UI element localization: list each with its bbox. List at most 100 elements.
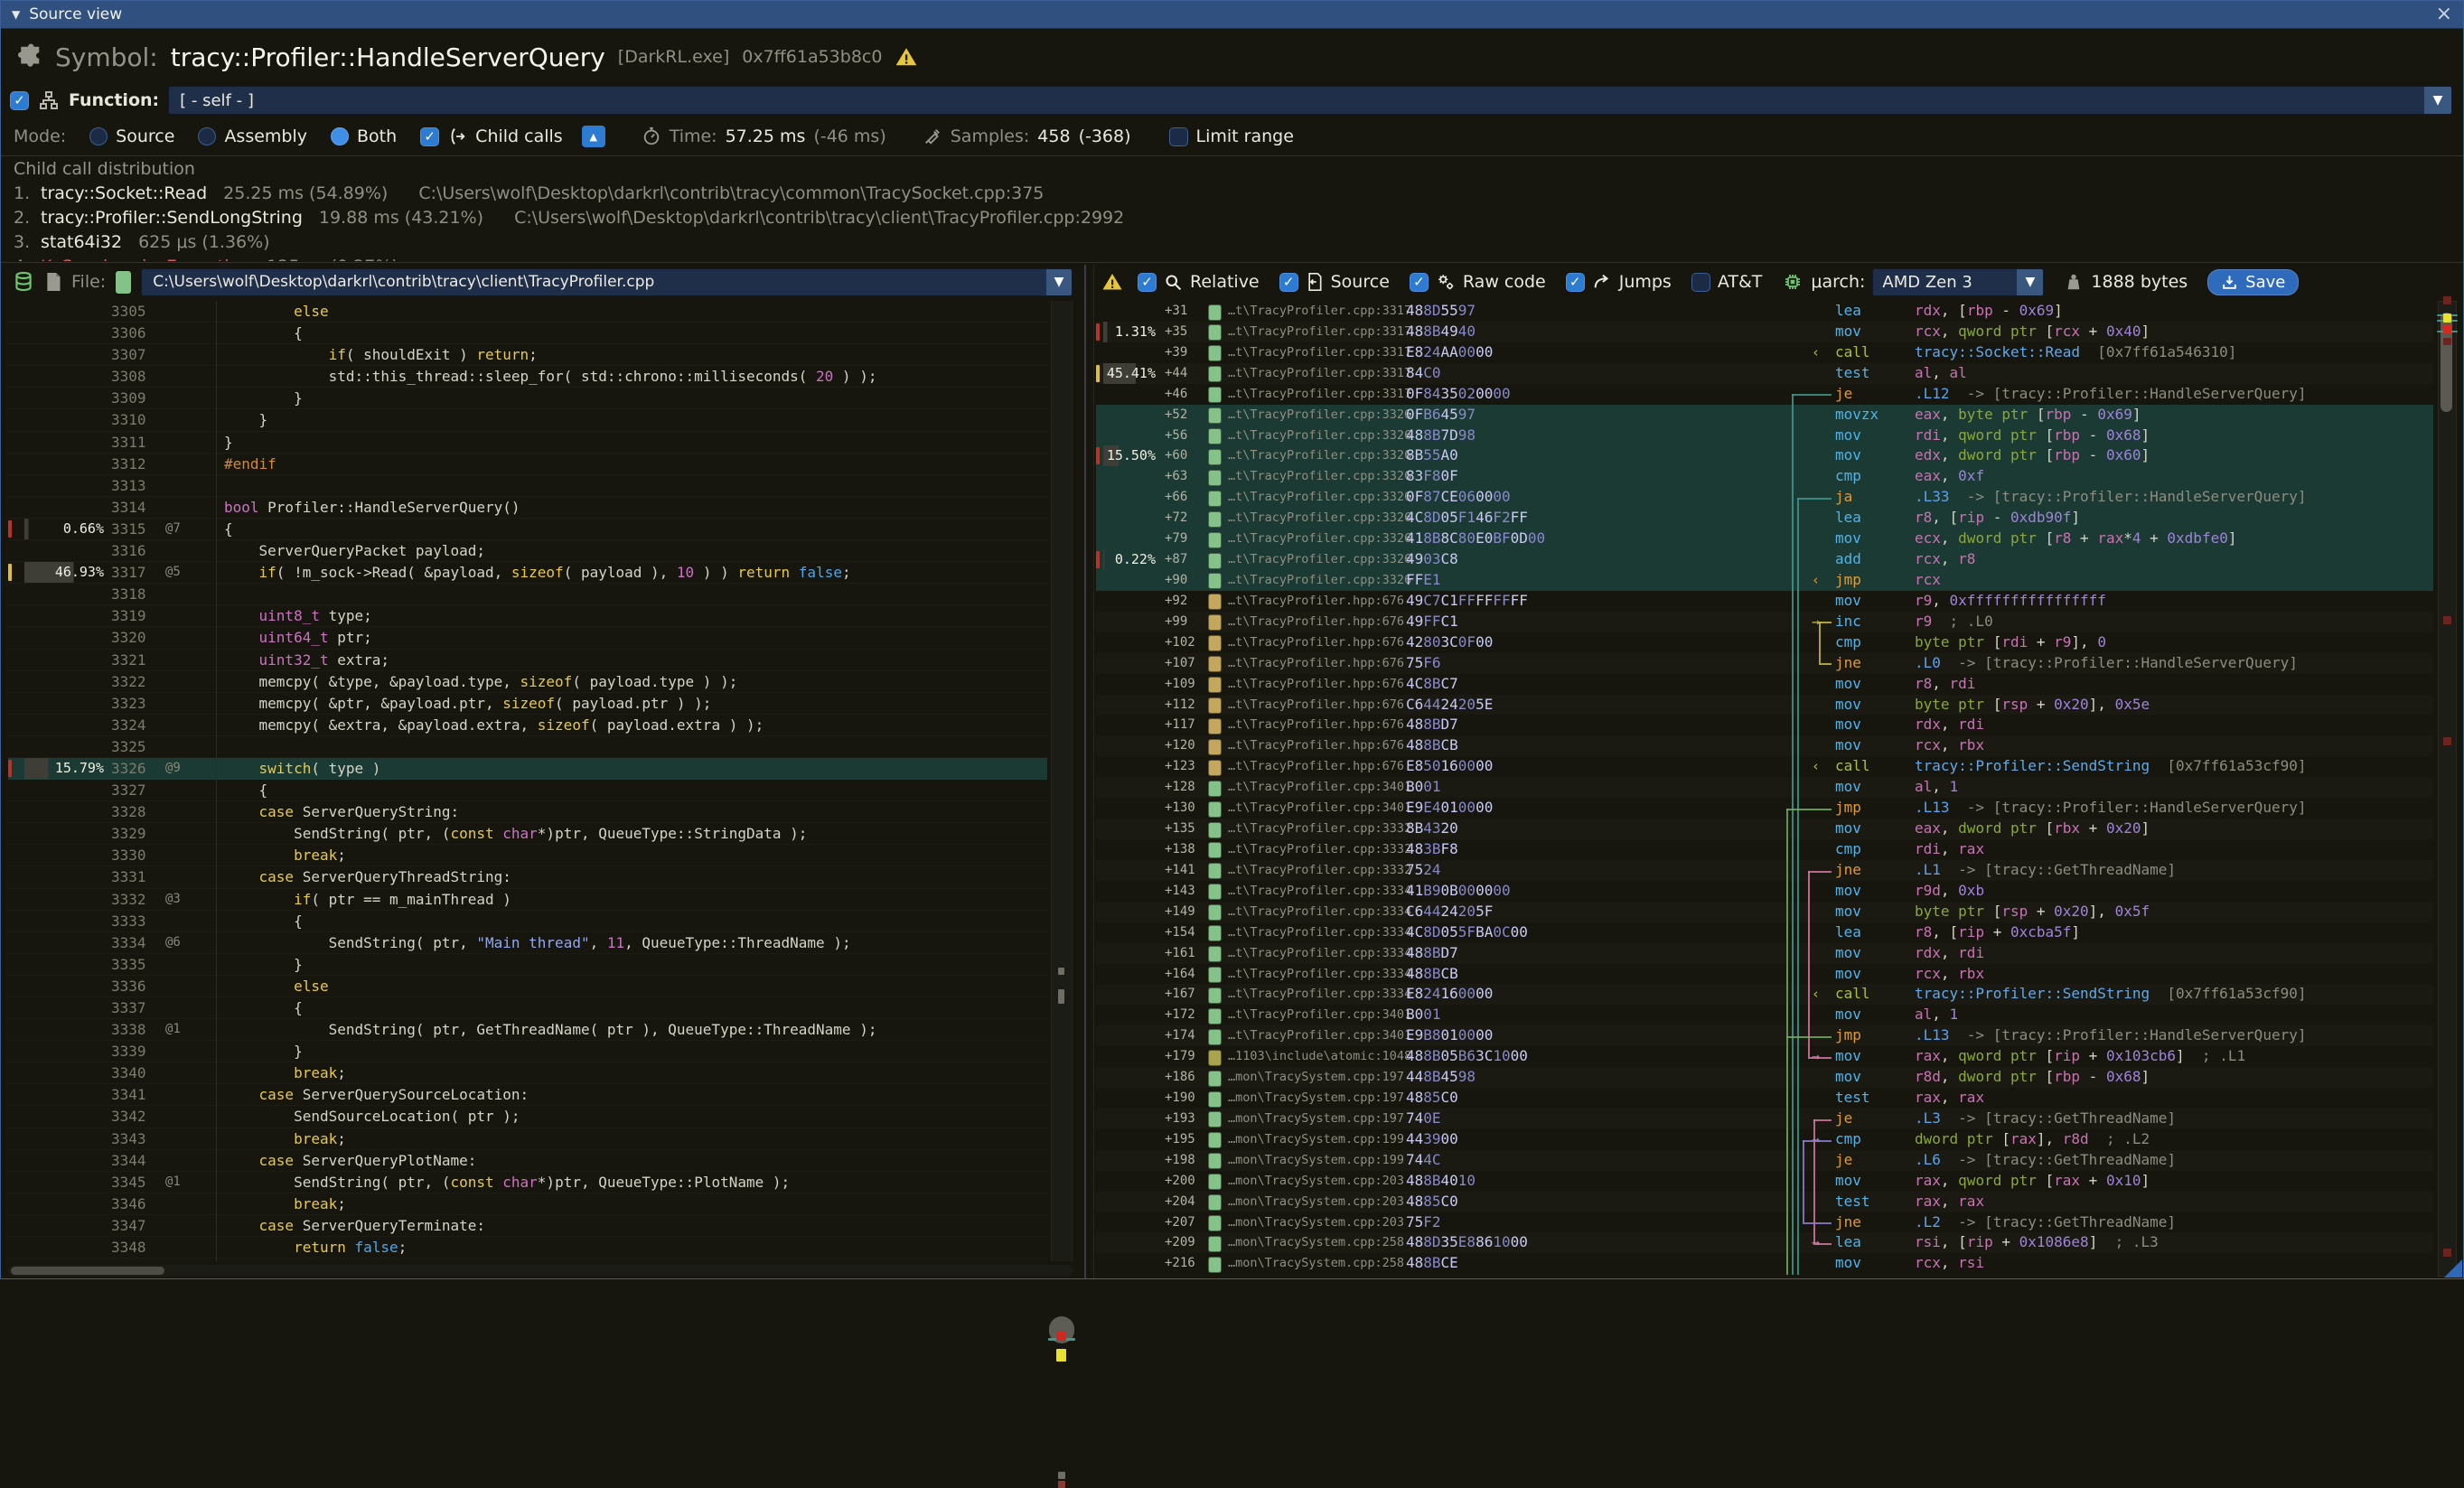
assembly-line[interactable]: +130…t\TracyProfiler.cpp:3401E9E4010000j… [1096,798,2433,819]
source-location[interactable]: …t\TracyProfiler.cpp:3326 [1228,549,1411,570]
source-location[interactable]: …t\TracyProfiler.cpp:3334 [1228,881,1411,902]
assembly-line[interactable]: 45.41%+44…t\TracyProfiler.cpp:331784C0te… [1096,363,2433,384]
assembly-line[interactable]: +135…t\TracyProfiler.cpp:33328B4320movea… [1096,819,2433,839]
assembly-line[interactable]: +66…t\TracyProfiler.cpp:33260F87CE060000… [1096,487,2433,508]
titlebar[interactable]: ▼ Source view × [1,1,2463,29]
source-location[interactable]: …t\TracyProfiler.cpp:3326 [1228,508,1411,529]
source-location[interactable]: …t\TracyProfiler.hpp:676 [1228,674,1404,695]
child-calls-up-button[interactable]: ▲ [582,126,605,147]
source-location[interactable]: …t\TracyProfiler.cpp:3326 [1228,445,1411,466]
source-location[interactable]: …t\TracyProfiler.cpp:3317 [1228,301,1411,322]
source-line[interactable]: 15.79%3326@9 switch( type ) [8,758,1047,780]
att-checkbox[interactable] [1691,273,1710,292]
source-line[interactable]: 3344 case ServerQueryPlotName: [8,1150,1047,1172]
source-location[interactable]: …t\TracyProfiler.cpp:3401 [1228,777,1411,798]
source-location[interactable]: …t\TracyProfiler.hpp:676 [1228,735,1404,756]
source-line[interactable]: 3310 } [8,409,1047,431]
source-line[interactable]: 3323 memcpy( &ptr, &payload.ptr, sizeof(… [8,693,1047,715]
source-line[interactable]: 3341 case ServerQuerySourceLocation: [8,1084,1047,1106]
source-line[interactable]: 3342 SendSourceLocation( ptr ); [8,1106,1047,1128]
scrollbar-thumb[interactable] [11,1267,164,1275]
file-dropdown[interactable]: C:\Users\wolf\Desktop\darkrl\contrib\tra… [141,268,1073,296]
source-location[interactable]: …t\TracyProfiler.cpp:3332 [1228,819,1411,839]
assembly-line[interactable]: +216…mon\TracySystem.cpp:258488BCEmovrcx… [1096,1253,2433,1274]
assembly-line[interactable]: +128…t\TracyProfiler.cpp:3401B001moval, … [1096,777,2433,798]
source-line[interactable]: 3337 { [8,997,1047,1019]
source-line[interactable]: 3346 break; [8,1193,1047,1215]
assembly-line[interactable]: +149…t\TracyProfiler.cpp:3334C64424205Fm… [1096,902,2433,922]
source-line[interactable]: 3311} [8,432,1047,454]
assembly-line[interactable]: +164…t\TracyProfiler.cpp:3334488BCBmovrc… [1096,964,2433,985]
mode-radio-assembly[interactable]: Assembly [198,126,307,146]
assembly-line[interactable]: +107…t\TracyProfiler.hpp:67675F6jne.L0 -… [1096,653,2433,674]
source-line[interactable]: 3309 } [8,388,1047,409]
source-location[interactable]: …t\TracyProfiler.cpp:3334 [1228,964,1411,985]
source-location[interactable]: …mon\TracySystem.cpp:197 [1228,1088,1404,1109]
source-line[interactable]: 3330 break; [8,845,1047,866]
source-line[interactable]: 3335 } [8,954,1047,976]
source-line[interactable]: 3327 { [8,780,1047,801]
source-line[interactable]: 3324 memcpy( &extra, &payload.extra, siz… [8,715,1047,736]
source-checkbox[interactable]: ✓ [1279,273,1298,292]
source-location[interactable]: …mon\TracySystem.cpp:258 [1228,1232,1404,1253]
assembly-line[interactable]: +109…t\TracyProfiler.hpp:6764C8BC7movr8,… [1096,674,2433,695]
assembly-line[interactable]: +154…t\TracyProfiler.cpp:33344C8D055FBA0… [1096,922,2433,943]
assembly-line[interactable]: +204…mon\TracySystem.cpp:2034885C0testra… [1096,1192,2433,1212]
radio-icon[interactable] [331,127,349,145]
assembly-line[interactable]: +193…mon\TracySystem.cpp:197740Eje.L3 ->… [1096,1109,2433,1129]
source-location[interactable]: …t\TracyProfiler.cpp:3401 [1228,798,1411,819]
assembly-line[interactable]: +52…t\TracyProfiler.cpp:33260FB64597movz… [1096,405,2433,426]
assembly-line[interactable]: +207…mon\TracySystem.cpp:20375F2jne.L2 -… [1096,1212,2433,1233]
child-call-entry[interactable]: 2.tracy::Profiler::SendLongString19.88 m… [14,208,2456,232]
raw-code-checkbox[interactable]: ✓ [1410,273,1429,292]
source-location[interactable]: …t\TracyProfiler.cpp:3332 [1228,860,1411,881]
source-line[interactable]: 3318 [8,584,1047,605]
limit-range-checkbox[interactable] [1169,127,1188,146]
assembly-line[interactable]: +186…mon\TracySystem.cpp:197448B4598movr… [1096,1067,2433,1088]
assembly-line[interactable]: +117…t\TracyProfiler.hpp:676488BD7movrdx… [1096,715,2433,735]
source-location[interactable]: …t\TracyProfiler.cpp:3334 [1228,922,1411,943]
assembly-line[interactable]: +72…t\TracyProfiler.cpp:33264C8D05F146F2… [1096,508,2433,529]
assembly-line[interactable]: +209…mon\TracySystem.cpp:258488D35E88610… [1096,1232,2433,1253]
att-toggle[interactable]: AT&T [1691,272,1763,292]
source-line[interactable]: 3329 SendString( ptr, (const char*)ptr, … [8,823,1047,845]
source-location[interactable]: …1103\include\atomic:1048 [1228,1046,1411,1067]
source-line[interactable]: 3345@1 SendString( ptr, (const char*)ptr… [8,1172,1047,1193]
source-location[interactable]: …t\TracyProfiler.cpp:3334 [1228,902,1411,922]
source-line[interactable]: 3336 else [8,976,1047,997]
source-line[interactable]: 3313 [8,475,1047,497]
assembly-line[interactable]: +179…1103\include\atomic:1048488B05B63C1… [1096,1046,2433,1067]
assembly-line[interactable]: +123…t\TracyProfiler.hpp:676E850160000‹c… [1096,756,2433,777]
assembly-line[interactable]: +39…t\TracyProfiler.cpp:3317E824AA0000‹c… [1096,342,2433,363]
source-line[interactable]: 0.66%3315@7{ [8,519,1047,540]
child-call-entry[interactable]: 1.tracy::Socket::Read25.25 ms (54.89%)C:… [14,183,2456,208]
save-button[interactable]: Save [2207,269,2299,295]
function-checkbox[interactable]: ✓ [10,91,29,110]
source-line[interactable]: 3314bool Profiler::HandleServerQuery() [8,497,1047,519]
source-line[interactable]: 3308 std::this_thread::sleep_for( std::c… [8,366,1047,388]
source-horizontal-scrollbar[interactable] [8,1265,1073,1277]
assembly-line[interactable]: +46…t\TracyProfiler.cpp:33170F8435020000… [1096,384,2433,405]
source-location[interactable]: …t\TracyProfiler.hpp:676 [1228,695,1404,716]
assembly-line[interactable]: +63…t\TracyProfiler.cpp:332683F80Fcmpeax… [1096,466,2433,487]
source-line[interactable]: 3340 break; [8,1062,1047,1084]
source-line[interactable]: 46.93%3317@5 if( !m_sock->Read( &payload… [8,562,1047,584]
radio-icon[interactable] [198,127,216,145]
source-location[interactable]: …t\TracyProfiler.cpp:3326 [1228,487,1411,508]
source-line[interactable]: 3312#endif [8,454,1047,475]
source-location[interactable]: …t\TracyProfiler.hpp:676 [1228,653,1404,674]
function-dropdown[interactable]: [ - self - ] ▼ [168,86,2452,115]
source-location[interactable]: …t\TracyProfiler.cpp:3326 [1228,426,1411,446]
source-line[interactable]: 3316 ServerQueryPacket payload; [8,540,1047,562]
child-calls-checkbox[interactable]: ✓ [420,127,439,146]
close-icon[interactable]: × [2436,5,2452,24]
assembly-line[interactable]: +90…t\TracyProfiler.cpp:3326FFE1‹jmprcx [1096,570,2433,591]
assembly-line[interactable]: +102…t\TracyProfiler.hpp:67642803C0F00cm… [1096,632,2433,653]
source-line[interactable]: 3339 } [8,1041,1047,1062]
source-location[interactable]: …t\TracyProfiler.hpp:676 [1228,612,1404,632]
source-location[interactable]: …mon\TracySystem.cpp:203 [1228,1171,1404,1192]
child-call-entry[interactable]: 3.stat64i32625 μs (1.36%) [14,232,2456,257]
assembly-line[interactable]: +143…t\TracyProfiler.cpp:333441B90B00000… [1096,881,2433,902]
march-dropdown[interactable]: AMD Zen 3 ▼ [1872,268,2044,296]
source-location[interactable]: …t\TracyProfiler.cpp:3317 [1228,342,1411,363]
